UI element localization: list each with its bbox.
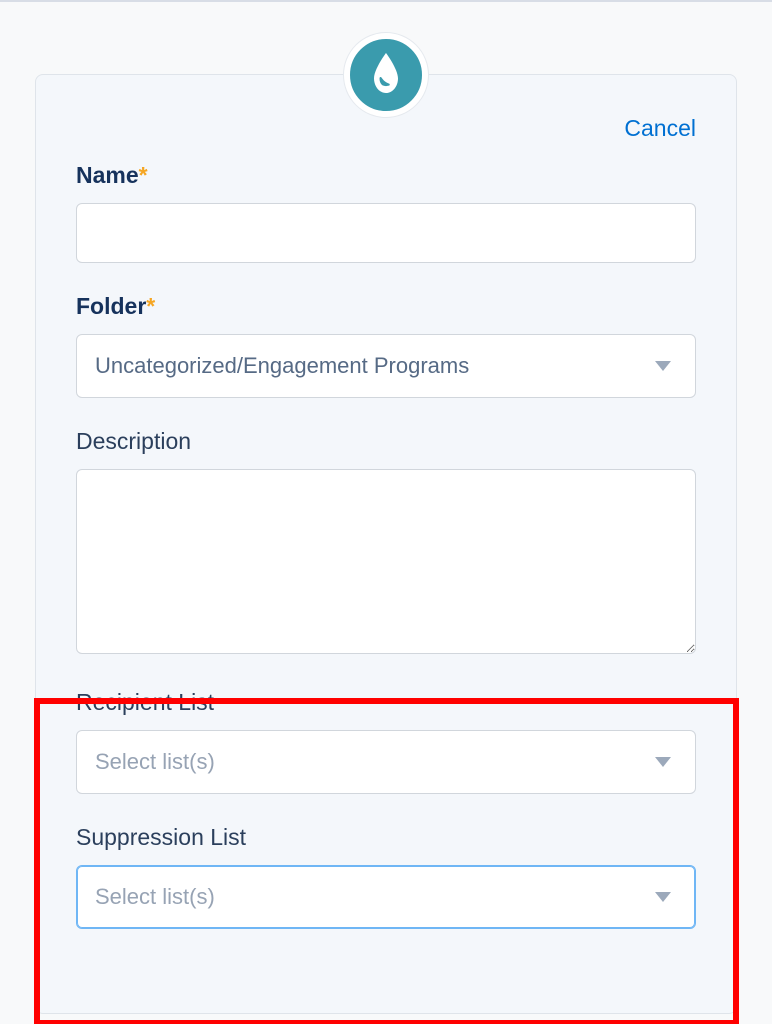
description-label: Description — [76, 428, 696, 455]
folder-label: Folder* — [76, 293, 696, 320]
cancel-link[interactable]: Cancel — [624, 115, 696, 142]
recipient-list-select[interactable]: Select list(s) — [76, 730, 696, 794]
name-label-text: Name — [76, 162, 139, 188]
suppression-list-select[interactable]: Select list(s) — [76, 865, 696, 929]
suppression-list-label: Suppression List — [76, 824, 696, 851]
description-textarea[interactable] — [76, 469, 696, 654]
recipient-list-group: Recipient List Select list(s) — [76, 689, 696, 794]
cancel-row: Cancel — [76, 115, 696, 142]
recipient-list-placeholder: Select list(s) — [95, 749, 215, 775]
name-label: Name* — [76, 162, 696, 189]
header-icon-circle — [344, 33, 428, 117]
required-asterisk: * — [139, 162, 148, 188]
suppression-list-group: Suppression List Select list(s) — [76, 824, 696, 929]
name-input[interactable] — [76, 203, 696, 263]
form-card: Cancel Name* Folder* Uncategorized/Engag… — [35, 74, 737, 1014]
folder-label-text: Folder — [76, 293, 146, 319]
folder-select[interactable]: Uncategorized/Engagement Programs — [76, 334, 696, 398]
required-asterisk: * — [146, 293, 155, 319]
chevron-down-icon — [655, 361, 671, 371]
description-group: Description — [76, 428, 696, 659]
chevron-down-icon — [655, 757, 671, 767]
chevron-down-icon — [655, 892, 671, 902]
page-root: Cancel Name* Folder* Uncategorized/Engag… — [0, 0, 772, 1024]
folder-selected-value: Uncategorized/Engagement Programs — [95, 353, 469, 379]
folder-group: Folder* Uncategorized/Engagement Program… — [76, 293, 696, 398]
name-group: Name* — [76, 162, 696, 263]
drop-icon — [370, 53, 402, 98]
suppression-list-placeholder: Select list(s) — [95, 884, 215, 910]
recipient-list-label: Recipient List — [76, 689, 696, 716]
